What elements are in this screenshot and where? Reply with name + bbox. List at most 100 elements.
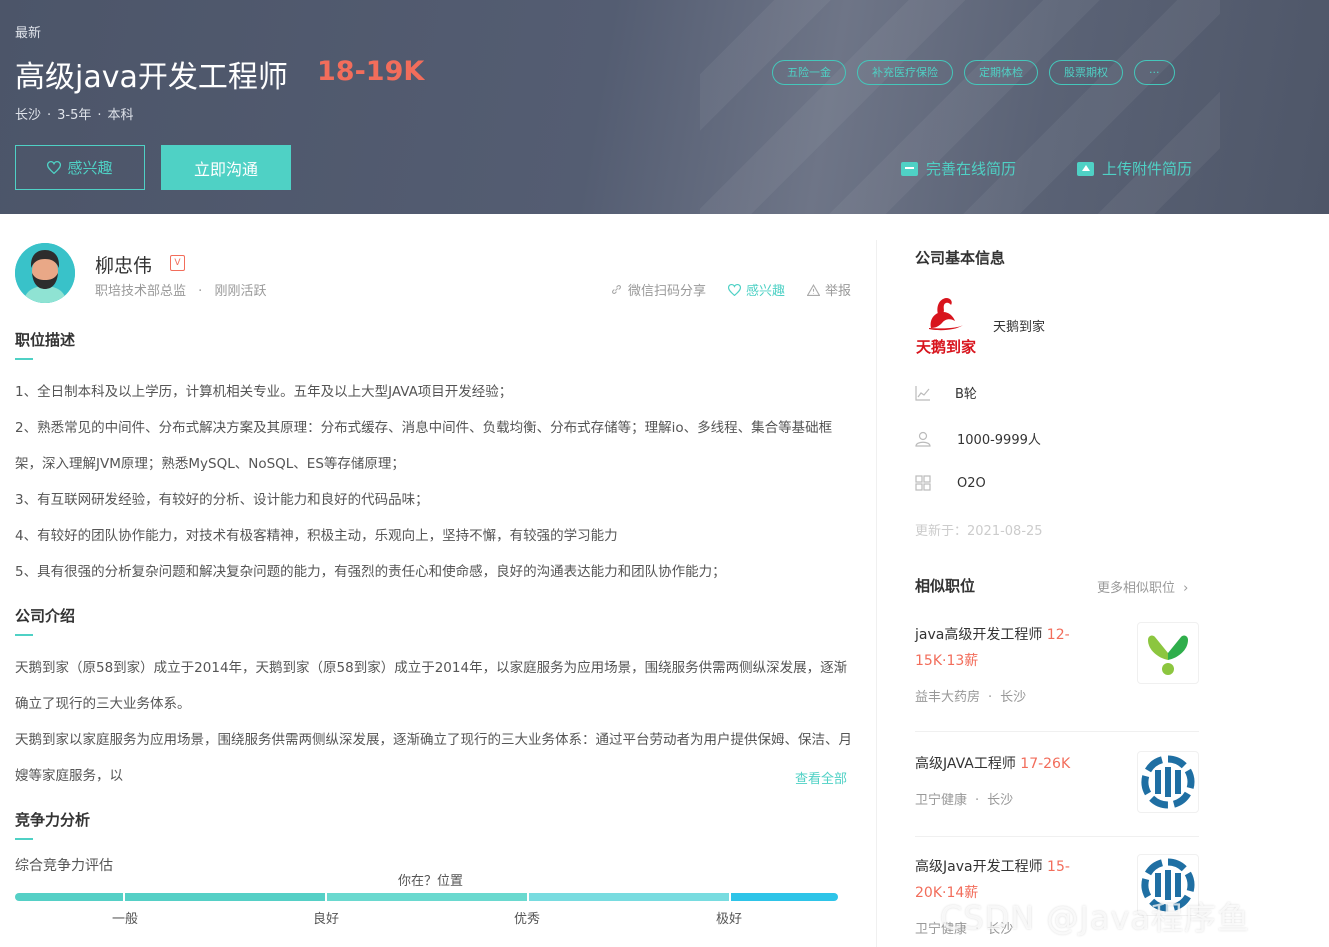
job-desc-item: 3、有互联网研发经验，有较好的分析、设计能力和良好的代码品味； [15,492,429,508]
scale-label: 优秀 [514,912,541,927]
warning-icon [806,283,820,296]
improve-resume-label: 完善在线简历 [926,160,1017,178]
more-similar-label: 更多相似职位 [1097,581,1176,596]
benefit-tags: 五险一金 补充医疗保险 定期体检 股票期权 ··· [772,60,1175,85]
banner-decoration [700,0,1220,214]
job-desc-title: 职位描述 [15,331,76,360]
view-all-link[interactable]: 查看全部 [795,768,847,787]
job-title: 高级java开发工程师 [15,60,288,95]
similar-job-name: 高级Java开发工程师 [915,859,1043,875]
company-logo-yifeng [1137,622,1199,684]
company-intro-title: 公司介绍 [15,607,76,636]
industry: O2O [957,475,986,491]
similar-job-title: 高级JAVA工程师 17-26K [915,751,1085,777]
interest-button[interactable]: 感兴趣 [15,145,145,190]
swan-icon [929,298,963,331]
company-name[interactable]: 天鹅到家 [993,316,1045,335]
scale-segment [731,893,838,901]
avatar [15,243,75,303]
company-intro-text: 天鹅到家（原58到家）成立于2014年，天鹅到家（原58到家）成立于2014年，… [15,650,855,794]
verified-badge: V [170,255,185,271]
similar-job-item[interactable]: java高级开发工程师 12-15K·13薪 益丰大药房 · 长沙 [915,622,1199,705]
trend-chart-icon [915,385,930,401]
company-intro-paragraph: 天鹅到家以家庭服务为应用场景，围绕服务供需两侧纵深发展，逐渐确立了现行的三大业务… [15,732,852,784]
interest-action-label: 感兴趣 [745,284,785,299]
scale-label: 一般 [112,912,139,927]
job-desc-list: 1、全日制本科及以上学历，计算机相关专业。五年及以上大型JAVA项目开发经验； … [15,374,855,590]
similar-job-item[interactable]: 高级JAVA工程师 17-26K 卫宁健康 · 长沙 [915,751,1199,813]
similar-job-company: 益丰大药房 [915,690,981,705]
similar-job-name: 高级JAVA工程师 [915,756,1016,772]
grid-icon [915,475,931,491]
updated-date: 更新于：2021-08-25 [915,524,1043,539]
job-desc-item: 4、有较好的团队协作能力，对技术有极客精神，积极主动，乐观向上，坚持不懈，有较强… [15,528,618,544]
company-logo[interactable]: 天鹅到家 [915,295,977,356]
company-logo-text: 天鹅到家 [915,338,976,356]
more-tags-button[interactable]: ··· [1134,60,1175,85]
heart-icon [727,283,741,296]
interest-action-button[interactable]: 感兴趣 [727,280,785,299]
list-divider [915,836,1199,837]
competition-scale [15,893,838,901]
upload-resume-label: 上传附件简历 [1102,160,1193,178]
industry-row: O2O [915,475,986,491]
benefit-tag: 五险一金 [772,60,846,85]
share-wechat-button[interactable]: 微信扫码分享 [610,280,706,299]
improve-resume-link[interactable]: 完善在线简历 [901,158,1016,179]
job-desc-item: 2、熟悉常见的中间件、分布式解决方案及其原理：分布式缓存、消息中间件、负载均衡、… [15,420,833,472]
similar-job-city: 长沙 [987,793,1014,808]
financing-stage: B轮 [955,387,977,402]
benefit-tag: 定期体检 [964,60,1038,85]
weining-logo-icon [1141,755,1195,809]
similar-job-company: 卫宁健康 [915,793,968,808]
job-experience: 3-5年 [57,108,92,123]
chat-now-button[interactable]: 立即沟通 [161,145,291,190]
similar-job-name: java高级开发工程师 [915,627,1043,643]
job-education: 本科 [107,108,134,123]
scale-segment [15,893,125,901]
job-header-banner: 最新 高级java开发工程师 18-19K 长沙 · 3-5年 · 本科 五险一金 补充… [0,0,1329,214]
your-position-label: 你在？位置 [398,874,464,889]
benefit-tag: 补充医疗保险 [857,60,953,85]
heart-icon [47,161,62,174]
similar-jobs-title: 相似职位 [915,577,976,595]
similar-job-city: 长沙 [1000,690,1027,705]
yifeng-logo-icon [1148,635,1188,675]
person-icon [915,431,931,447]
recruiter-meta: 职培技术部总监 · 刚刚活跃 [95,284,267,299]
similar-job-title: java高级开发工程师 12-15K·13薪 [915,622,1085,674]
avatar-image [15,243,75,303]
company-intro-paragraph: 天鹅到家（原58到家）成立于2014年，天鹅到家（原58到家）成立于2014年，… [15,660,848,712]
job-meta: 长沙 · 3-5年 · 本科 [15,108,134,123]
job-desc-item: 1、全日制本科及以上学历，计算机相关专业。五年及以上大型JAVA项目开发经验； [15,384,513,400]
scale-label: 良好 [313,912,340,927]
column-divider [876,240,877,947]
company-size: 1000-9999人 [957,433,1041,448]
interest-button-label: 感兴趣 [67,159,113,177]
upload-resume-link[interactable]: 上传附件简历 [1077,158,1192,179]
recruiter-name: 柳忠伟 [95,255,153,277]
job-city: 长沙 [15,108,42,123]
similar-job-salary: 17-26K [1020,756,1071,772]
company-size-row: 1000-9999人 [915,429,1041,448]
financing-stage-row: B轮 [915,383,977,402]
latest-label: 最新 [15,26,42,41]
scale-segment [327,893,529,901]
benefit-tag: 股票期权 [1049,60,1123,85]
report-label: 举报 [824,284,851,299]
report-button[interactable]: 举报 [806,280,851,299]
more-similar-link[interactable]: 更多相似职位 › [1097,577,1188,596]
job-actions: 微信扫码分享 感兴趣 举报 [610,280,851,299]
competition-subtitle: 综合竞争力评估 [15,858,113,874]
chevron-right-icon: › [1183,581,1189,596]
company-info-title: 公司基本信息 [915,249,1006,267]
scale-segment [529,893,731,901]
list-divider [915,731,1199,732]
company-logo-weining [1137,751,1199,813]
similar-job-meta: 益丰大药房 · 长沙 [915,690,1027,705]
job-desc-item: 5、具有很强的分析复杂问题和解决复杂问题的能力，有强烈的责任心和使命感，良好的沟… [15,564,726,580]
link-icon [611,285,621,294]
share-label: 微信扫码分享 [627,284,706,299]
resume-icon [901,161,918,176]
scale-label: 极好 [716,912,743,927]
